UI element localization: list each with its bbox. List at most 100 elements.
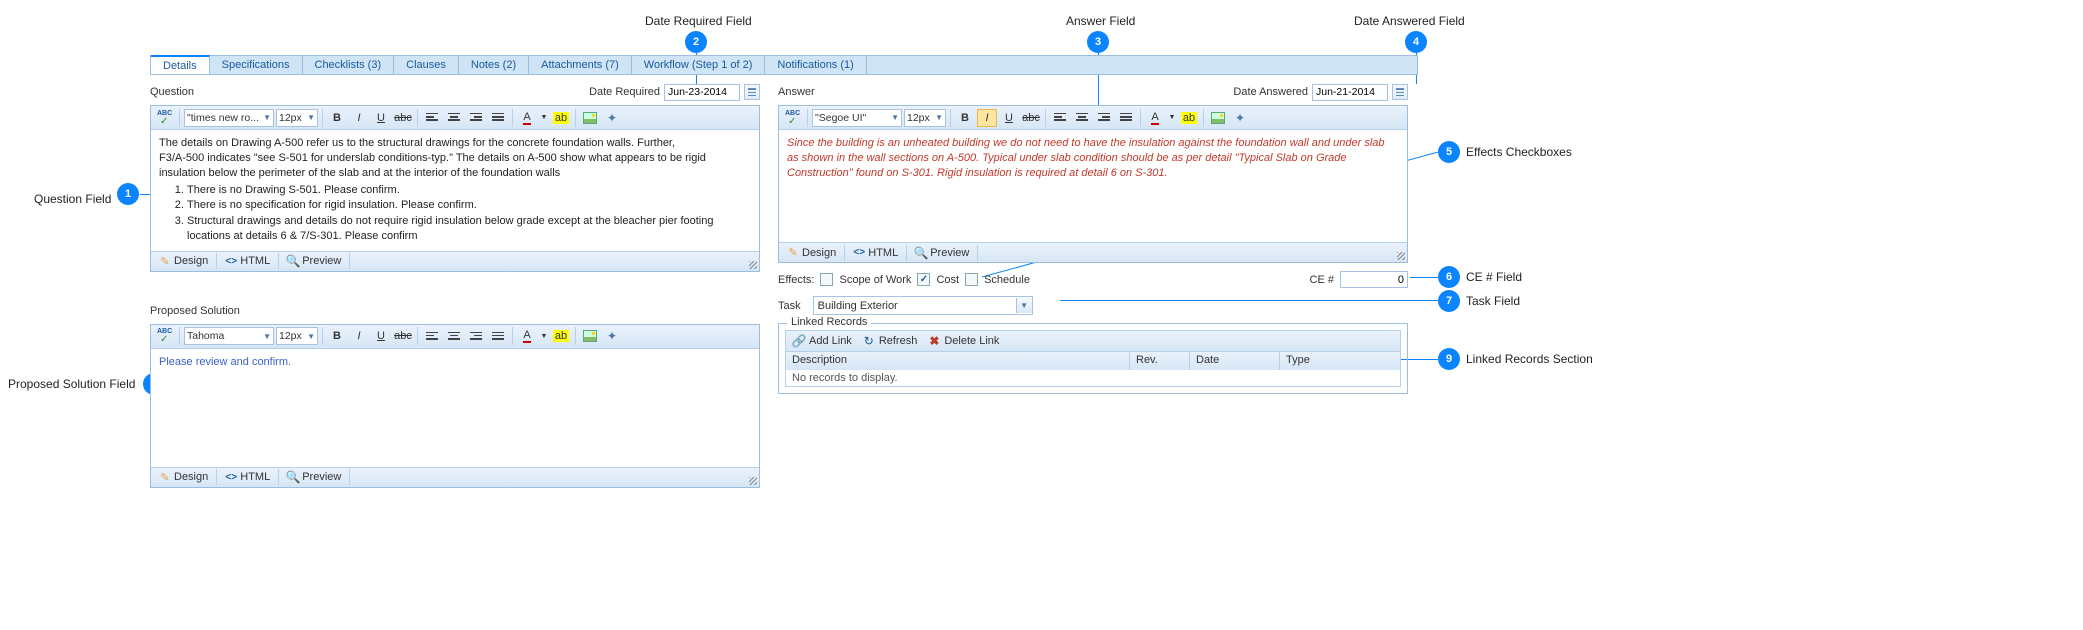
font-color-dd-icon[interactable]: ▼	[539, 109, 549, 127]
insert-image-icon[interactable]	[580, 327, 600, 345]
callout-badge: 4	[1405, 31, 1427, 53]
html-tab[interactable]: <>HTML	[845, 245, 907, 261]
spellcheck-icon[interactable]	[155, 327, 175, 345]
align-left-icon[interactable]	[1050, 109, 1070, 127]
answer-content[interactable]: Since the building is an unheated buildi…	[779, 130, 1407, 242]
font-color-dd-icon[interactable]: ▼	[1167, 109, 1177, 127]
font-size-select[interactable]: 12px▼	[276, 327, 318, 345]
cost-checkbox[interactable]	[917, 273, 930, 286]
insert-image-icon[interactable]	[580, 109, 600, 127]
ce-number-label: CE #	[1310, 274, 1334, 286]
tab-checklists[interactable]: Checklists (3)	[303, 56, 395, 74]
font-color-icon[interactable]: A	[517, 109, 537, 127]
insert-link-icon[interactable]: ✦	[1230, 109, 1250, 127]
callout-badge: 9	[1438, 348, 1460, 370]
col-description[interactable]: Description	[786, 352, 1130, 370]
callout-label: Date Answered Field	[1354, 14, 1465, 28]
col-date[interactable]: Date	[1190, 352, 1280, 370]
align-justify-icon[interactable]	[488, 109, 508, 127]
scope-checkbox[interactable]	[820, 273, 833, 286]
strike-icon[interactable]: abc	[393, 109, 413, 127]
spellcheck-icon[interactable]	[155, 109, 175, 127]
highlight-icon[interactable]: ab	[551, 109, 571, 127]
date-required-input[interactable]	[664, 84, 740, 101]
underline-icon[interactable]: U	[371, 109, 391, 127]
resize-grip-icon[interactable]	[749, 261, 757, 269]
task-label: Task	[778, 300, 801, 312]
bold-icon[interactable]: B	[327, 327, 347, 345]
font-select[interactable]: Tahoma▼	[184, 327, 274, 345]
font-size-select[interactable]: 12px▼	[276, 109, 318, 127]
font-color-dd-icon[interactable]: ▼	[539, 327, 549, 345]
resize-grip-icon[interactable]	[1397, 252, 1405, 260]
font-size-select[interactable]: 12px▼	[904, 109, 946, 127]
spellcheck-icon[interactable]	[783, 109, 803, 127]
align-justify-icon[interactable]	[488, 327, 508, 345]
align-left-icon[interactable]	[422, 109, 442, 127]
delete-link-button[interactable]: ✖Delete Link	[927, 334, 999, 348]
calendar-icon[interactable]	[1392, 84, 1408, 100]
align-right-icon[interactable]	[466, 327, 486, 345]
underline-icon[interactable]: U	[999, 109, 1019, 127]
proposed-solution-label: Proposed Solution	[150, 305, 240, 317]
italic-icon[interactable]: I	[977, 109, 997, 127]
design-tab[interactable]: ✎Design	[151, 469, 217, 485]
bold-icon[interactable]: B	[327, 109, 347, 127]
align-center-icon[interactable]	[444, 109, 464, 127]
col-rev[interactable]: Rev.	[1130, 352, 1190, 370]
bold-icon[interactable]: B	[955, 109, 975, 127]
font-select[interactable]: "times new ro...▼	[184, 109, 274, 127]
answer-label: Answer	[778, 86, 815, 98]
tab-attachments[interactable]: Attachments (7)	[529, 56, 632, 74]
align-center-icon[interactable]	[1072, 109, 1092, 127]
tab-specifications[interactable]: Specifications	[210, 56, 303, 74]
highlight-icon[interactable]: ab	[1179, 109, 1199, 127]
design-tab[interactable]: ✎Design	[779, 245, 845, 261]
align-right-icon[interactable]	[1094, 109, 1114, 127]
preview-tab[interactable]: 🔍Preview	[907, 245, 978, 261]
font-select[interactable]: "Segoe UI"▼	[812, 109, 902, 127]
resize-grip-icon[interactable]	[749, 477, 757, 485]
calendar-icon[interactable]	[744, 84, 760, 100]
font-color-icon[interactable]: A	[1145, 109, 1165, 127]
col-type[interactable]: Type	[1280, 352, 1400, 370]
strike-icon[interactable]: abc	[393, 327, 413, 345]
tab-notes[interactable]: Notes (2)	[459, 56, 529, 74]
proposed-content[interactable]: Please review and confirm.	[151, 349, 759, 467]
tab-details[interactable]: Details	[151, 55, 210, 74]
insert-image-icon[interactable]	[1208, 109, 1228, 127]
effects-label: Effects:	[778, 274, 814, 286]
ce-number-input[interactable]	[1340, 271, 1408, 288]
callout-badge: 6	[1438, 266, 1460, 288]
design-tab[interactable]: ✎Design	[151, 253, 217, 269]
tab-workflow[interactable]: Workflow (Step 1 of 2)	[632, 56, 766, 74]
italic-icon[interactable]: I	[349, 327, 369, 345]
html-tab[interactable]: <>HTML	[217, 469, 279, 485]
align-right-icon[interactable]	[466, 109, 486, 127]
align-center-icon[interactable]	[444, 327, 464, 345]
underline-icon[interactable]: U	[371, 327, 391, 345]
task-select[interactable]: Building Exterior▼	[813, 296, 1033, 315]
insert-link-icon[interactable]: ✦	[602, 109, 622, 127]
callout-badge: 5	[1438, 141, 1460, 163]
align-justify-icon[interactable]	[1116, 109, 1136, 127]
font-color-icon[interactable]: A	[517, 327, 537, 345]
insert-link-icon[interactable]: ✦	[602, 327, 622, 345]
strike-icon[interactable]: abc	[1021, 109, 1041, 127]
callout-label: Question Field	[34, 192, 111, 206]
question-label: Question	[150, 86, 194, 98]
date-answered-input[interactable]	[1312, 84, 1388, 101]
schedule-checkbox[interactable]	[965, 273, 978, 286]
align-left-icon[interactable]	[422, 327, 442, 345]
preview-tab[interactable]: 🔍Preview	[279, 469, 350, 485]
refresh-button[interactable]: ↻Refresh	[862, 334, 918, 348]
tab-notifications[interactable]: Notifications (1)	[765, 56, 866, 74]
html-tab[interactable]: <>HTML	[217, 253, 279, 269]
tab-clauses[interactable]: Clauses	[394, 56, 459, 74]
answer-editor: "Segoe UI"▼ 12px▼ B I U abc A ▼ ab	[778, 105, 1408, 263]
italic-icon[interactable]: I	[349, 109, 369, 127]
preview-tab[interactable]: 🔍Preview	[279, 253, 350, 269]
question-content[interactable]: The details on Drawing A-500 refer us to…	[151, 130, 759, 251]
add-link-button[interactable]: 🔗Add Link	[792, 334, 852, 348]
highlight-icon[interactable]: ab	[551, 327, 571, 345]
